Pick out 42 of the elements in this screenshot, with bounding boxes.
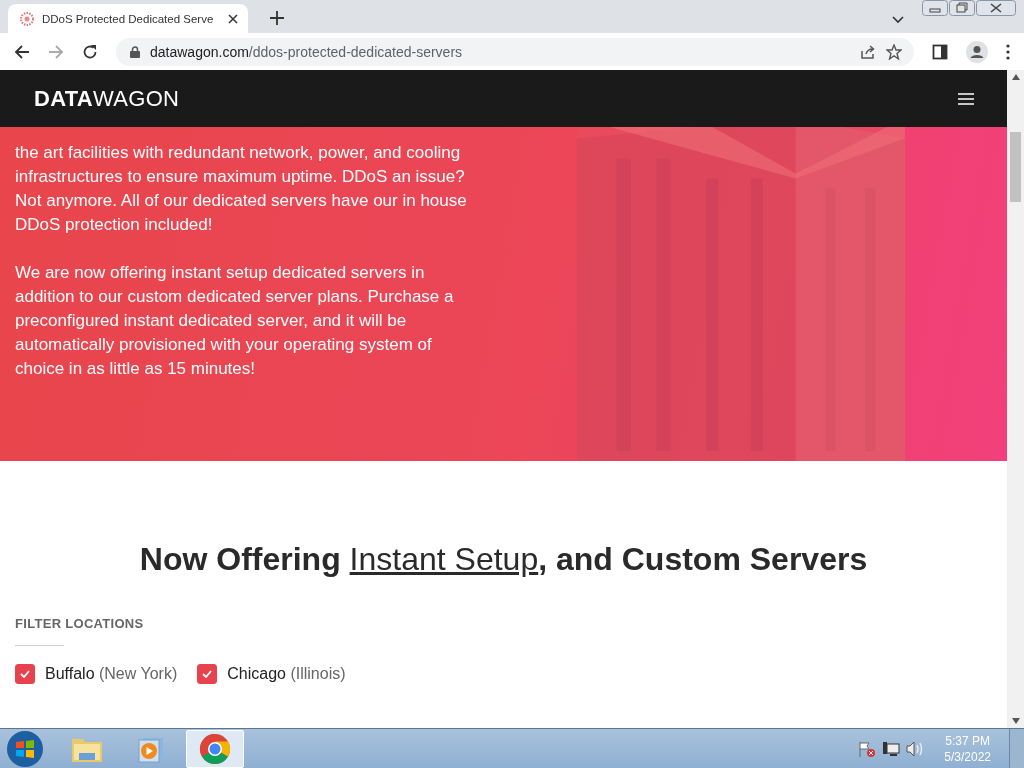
scrollbar-thumb[interactable]	[1010, 132, 1021, 202]
chrome-icon	[199, 732, 231, 765]
site-logo[interactable]: DATAWAGON	[34, 85, 180, 112]
chevron-down-icon[interactable]	[892, 16, 904, 24]
network-icon[interactable]	[882, 740, 901, 757]
close-icon[interactable]	[976, 0, 1016, 16]
checkbox[interactable]	[15, 664, 35, 684]
tab-title: DDoS Protected Dedicated Serve	[42, 12, 215, 25]
menu-icon[interactable]	[958, 92, 974, 105]
scroll-up-icon[interactable]	[1011, 74, 1020, 80]
restore-icon[interactable]	[949, 0, 975, 16]
favicon-icon	[20, 11, 34, 26]
new-tab-icon[interactable]	[270, 11, 284, 25]
checkmark-icon	[202, 670, 213, 678]
menu-icon[interactable]	[1006, 43, 1010, 60]
scroll-down-icon[interactable]	[1011, 718, 1020, 724]
section-heading: Now Offering	[139, 541, 342, 577]
browser-tab[interactable]: DDoS Protected Dedicated Serve	[8, 4, 248, 33]
start-button[interactable]	[6, 729, 44, 768]
share-icon[interactable]	[860, 43, 876, 60]
section-heading: , and Custom Servers	[538, 541, 868, 577]
address-bar[interactable]: datawagon.com/ddos-protected-dedicated-servers	[116, 37, 914, 66]
filter-label: FILTER LOCATIONS	[15, 616, 145, 631]
url-text: datawagon.com/ddos-protected-dedicated-servers	[150, 43, 463, 60]
checkmark-icon	[20, 670, 30, 678]
taskbar-app[interactable]	[186, 729, 244, 768]
location-label[interactable]: Buffalo (New York)	[45, 665, 178, 683]
scrollbar[interactable]	[1007, 70, 1024, 728]
heading-link[interactable]: Instant Setup	[349, 541, 539, 577]
hero-paragraph: We are now offering instant setup dedicated servers in addition to our custom dedicated server plans. Purchase a preconfigured instant dedicated server, and it will be automatically provisioned with your operating system of choice in as little as 15 minutes!	[15, 262, 455, 380]
back-icon[interactable]	[14, 43, 30, 60]
hero-paragraph: the art facilities with redundant network, power, and cooling infrastructures to ensure maximum uptime. DDoS an issue? Not anymore. All of our dedicated servers have our in house DDoS protection included!	[15, 142, 468, 236]
reload-icon[interactable]	[82, 43, 98, 60]
profile-icon[interactable]	[966, 40, 988, 63]
location-label[interactable]: Chicago (Illinois)	[227, 665, 346, 683]
close-icon[interactable]	[228, 13, 238, 24]
side-panel-icon[interactable]	[932, 43, 948, 60]
star-icon[interactable]	[886, 43, 902, 60]
volume-icon[interactable]	[906, 740, 925, 757]
checkbox[interactable]	[197, 664, 218, 684]
flag-icon[interactable]	[858, 740, 877, 757]
lock-icon	[130, 45, 140, 58]
